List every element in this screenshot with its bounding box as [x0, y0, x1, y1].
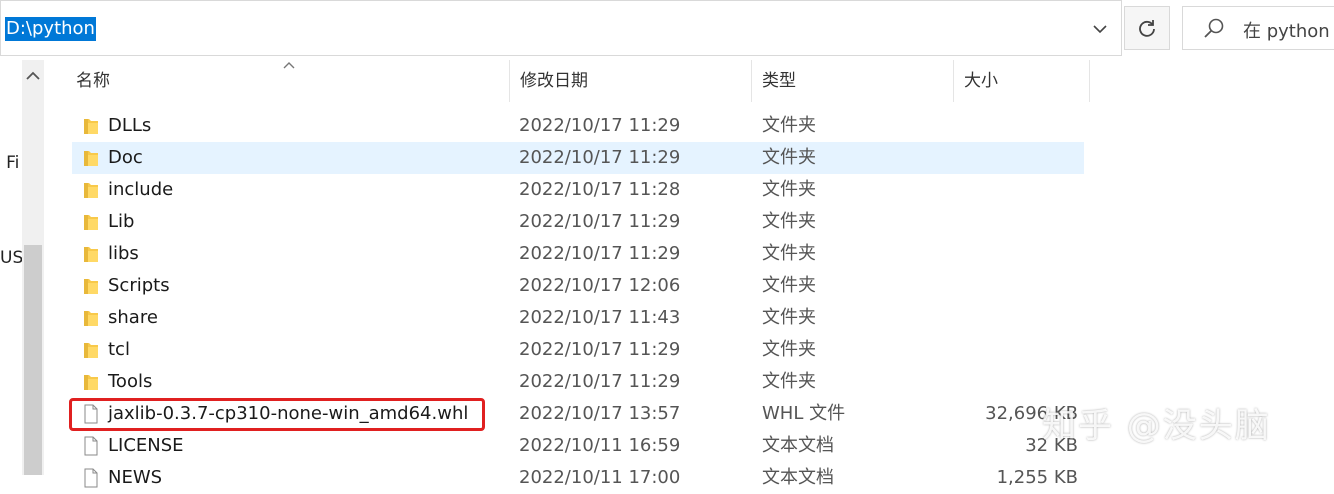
file-icon [84, 436, 98, 456]
navigation-pane[interactable]: l Fi US [0, 60, 48, 475]
file-row[interactable]: include 2022/10/17 11:28 文件夹 [72, 174, 1084, 206]
file-type: 文件夹 [762, 147, 816, 168]
column-header-date[interactable]: 修改日期 [510, 60, 752, 102]
file-name: Tools [108, 371, 153, 392]
chevron-up-icon [26, 71, 40, 80]
file-type: 文件夹 [762, 115, 816, 136]
file-size: 1,255 KB [996, 467, 1078, 488]
file-type: 文件夹 [762, 307, 816, 328]
file-date: 2022/10/17 12:06 [519, 275, 681, 296]
file-name: tcl [108, 339, 130, 360]
file-type: 文件夹 [762, 371, 816, 392]
nav-scrollbar-thumb[interactable] [24, 245, 42, 475]
file-name: Lib [108, 211, 135, 232]
file-type: 文件夹 [762, 339, 816, 360]
address-path[interactable]: D:\python [5, 17, 96, 41]
file-date: 2022/10/17 11:28 [519, 179, 681, 200]
address-bar[interactable]: D:\python [0, 0, 1122, 56]
column-header-size[interactable]: 大小 [954, 60, 1090, 102]
nav-item-fragment[interactable]: US [0, 248, 22, 268]
nav-item-fragment[interactable]: l Fi [0, 153, 18, 173]
watermark-text: 知乎 @没头脑 [1042, 406, 1271, 446]
file-date: 2022/10/11 16:59 [519, 435, 681, 456]
file-row[interactable]: Lib 2022/10/17 11:29 文件夹 [72, 206, 1084, 238]
folder-icon [84, 279, 98, 294]
folder-icon [84, 311, 98, 326]
file-name: include [108, 179, 174, 200]
file-date: 2022/10/17 11:29 [519, 339, 681, 360]
file-row[interactable]: NEWS 2022/10/11 17:00 文本文档 1,255 KB [72, 462, 1084, 494]
folder-icon [84, 119, 98, 134]
column-header-type[interactable]: 类型 [752, 60, 954, 102]
file-type: 文件夹 [762, 275, 816, 296]
nav-scroll-up-button[interactable] [22, 60, 44, 90]
file-type: WHL 文件 [762, 403, 846, 424]
file-row[interactable]: Doc 2022/10/17 11:29 文件夹 [72, 142, 1084, 174]
file-type: 文件夹 [762, 179, 816, 200]
chevron-down-icon [1093, 24, 1107, 33]
file-date: 2022/10/17 11:29 [519, 243, 681, 264]
highlight-annotation [69, 398, 485, 431]
file-row[interactable]: share 2022/10/17 11:43 文件夹 [72, 302, 1084, 334]
file-name: DLLs [108, 115, 152, 136]
search-placeholder: 在 python [1243, 21, 1330, 42]
folder-icon [84, 183, 98, 198]
file-name: Doc [108, 147, 143, 168]
file-name: share [108, 307, 158, 328]
folder-icon [84, 343, 98, 358]
search-icon [1204, 18, 1224, 38]
file-type: 文件夹 [762, 211, 816, 232]
column-header-name[interactable]: 名称 [66, 60, 510, 102]
folder-icon [84, 151, 98, 166]
file-row[interactable]: tcl 2022/10/17 11:29 文件夹 [72, 334, 1084, 366]
file-date: 2022/10/17 11:43 [519, 307, 681, 328]
file-date: 2022/10/17 13:57 [519, 403, 681, 424]
file-type: 文本文档 [762, 467, 834, 488]
file-type: 文件夹 [762, 243, 816, 264]
file-date: 2022/10/11 17:00 [519, 467, 681, 488]
file-icon [84, 468, 98, 488]
file-row[interactable]: Scripts 2022/10/17 12:06 文件夹 [72, 270, 1084, 302]
folder-icon [84, 375, 98, 390]
file-name: NEWS [108, 467, 163, 488]
file-type: 文本文档 [762, 435, 834, 456]
file-row[interactable]: Tools 2022/10/17 11:29 文件夹 [72, 366, 1084, 398]
file-date: 2022/10/17 11:29 [519, 147, 681, 168]
refresh-icon [1139, 20, 1155, 37]
file-name: LICENSE [108, 435, 184, 456]
file-row[interactable]: DLLs 2022/10/17 11:29 文件夹 [72, 110, 1084, 142]
file-row[interactable]: libs 2022/10/17 11:29 文件夹 [72, 238, 1084, 270]
file-row[interactable]: LICENSE 2022/10/11 16:59 文本文档 32 KB [72, 430, 1084, 462]
file-date: 2022/10/17 11:29 [519, 211, 681, 232]
search-box[interactable]: 在 python [1182, 6, 1334, 50]
file-date: 2022/10/17 11:29 [519, 371, 681, 392]
file-name: Scripts [108, 275, 170, 296]
file-name: libs [108, 243, 139, 264]
folder-icon [84, 247, 98, 262]
file-date: 2022/10/17 11:29 [519, 115, 681, 136]
refresh-button[interactable] [1124, 6, 1170, 50]
folder-icon [84, 215, 98, 230]
address-dropdown-button[interactable] [1085, 11, 1115, 47]
